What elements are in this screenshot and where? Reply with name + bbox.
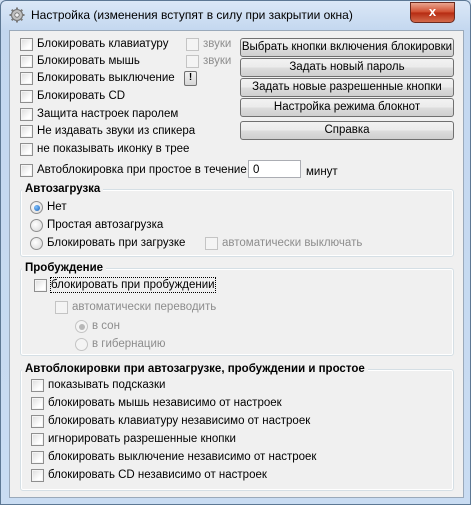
new-password-button[interactable]: Задать новый пароль — [240, 58, 454, 77]
title-bar[interactable]: Настройка (изменения вступят в силу при … — [1, 1, 470, 29]
idle-autoblock-checkbox[interactable] — [20, 164, 33, 177]
allowed-keys-button[interactable]: Задать новые разрешенные кнопки — [240, 78, 454, 97]
mouse-sounds-checkbox[interactable] — [186, 55, 199, 68]
autoload-title: Автозагрузка — [22, 182, 104, 196]
mute-speaker-checkbox[interactable] — [20, 125, 33, 138]
close-button[interactable]: x — [410, 2, 455, 23]
settings-window: Настройка (изменения вступят в силу при … — [0, 0, 471, 505]
autoblock-title: Автоблокировки при автозагрузке, пробужд… — [22, 362, 368, 376]
keyboard-sounds-label: звуки — [203, 38, 232, 50]
hide-tray-icon-label: не показывать иконку в трее — [37, 143, 190, 155]
block-shutdown-checkbox[interactable] — [20, 72, 33, 85]
password-protect-checkbox[interactable] — [20, 108, 33, 121]
block-shutdown-label: Блокировать выключение — [37, 72, 175, 84]
force-block-mouse-label: блокировать мышь независимо от настроек — [48, 397, 282, 409]
exclamation-icon: ! — [188, 72, 193, 83]
window-title: Настройка (изменения вступят в силу при … — [31, 8, 353, 22]
autoload-block-label: Блокировать при загрузке — [47, 237, 186, 249]
mute-speaker-label: Не издавать звуки из спикера — [37, 125, 196, 137]
force-block-cd-label: блокировать CD независимо от настроек — [48, 469, 267, 481]
auto-switch-label: автоматически переводить — [72, 301, 217, 313]
force-block-shutdown-label: блокировать выключение независимо от нас… — [48, 451, 317, 463]
block-mouse-checkbox[interactable] — [20, 55, 33, 68]
hibernate-radio[interactable] — [75, 338, 88, 351]
ignore-allowed-keys-label: игнорировать разрешенные кнопки — [48, 433, 236, 445]
help-button[interactable]: Справка — [240, 121, 454, 140]
block-keyboard-label: Блокировать клавиатуру — [37, 38, 169, 50]
auto-off-checkbox[interactable] — [205, 237, 218, 250]
shutdown-info-button[interactable]: ! — [184, 71, 197, 86]
show-hints-checkbox[interactable] — [31, 379, 44, 392]
force-block-mouse-checkbox[interactable] — [31, 397, 44, 410]
idle-autoblock-label: Автоблокировка при простое в течение — [37, 164, 247, 176]
sleep-radio[interactable] — [75, 320, 88, 333]
show-hints-label: показывать подсказки — [48, 379, 166, 391]
block-mouse-label: Блокировать мышь — [37, 55, 140, 67]
hide-tray-icon-checkbox[interactable] — [20, 143, 33, 156]
notebook-mode-button[interactable]: Настройка режима блокнот — [240, 98, 454, 117]
force-block-keyboard-label: блокировать клавиатуру независимо от нас… — [48, 415, 311, 427]
block-cd-label: Блокировать CD — [37, 90, 126, 102]
choose-keys-button[interactable]: Выбрать кнопки включения блокировки — [240, 38, 454, 57]
force-block-cd-checkbox[interactable] — [31, 469, 44, 482]
idle-minutes-input[interactable]: 0 — [248, 160, 301, 178]
auto-off-label: автоматически выключать — [222, 237, 363, 249]
force-block-keyboard-checkbox[interactable] — [31, 415, 44, 428]
sleep-label: в сон — [92, 320, 120, 332]
block-on-wake-checkbox[interactable] — [34, 279, 47, 292]
autoload-none-label: Нет — [47, 201, 67, 213]
autoload-block-radio[interactable] — [30, 237, 43, 250]
mouse-sounds-label: звуки — [203, 55, 232, 67]
block-on-wake-label: блокировать при пробуждении — [50, 277, 216, 293]
block-cd-checkbox[interactable] — [20, 90, 33, 103]
hibernate-label: в гибернацию — [92, 338, 166, 350]
settings-panel: Блокировать клавиатуру Блокировать мышь … — [9, 30, 464, 498]
block-keyboard-checkbox[interactable] — [20, 38, 33, 51]
keyboard-sounds-checkbox[interactable] — [186, 38, 199, 51]
autoload-simple-label: Простая автозагрузка — [47, 219, 164, 231]
auto-switch-checkbox[interactable] — [55, 301, 68, 314]
password-protect-label: Защита настроек паролем — [37, 108, 179, 120]
gear-icon — [9, 7, 25, 23]
idle-minutes-unit: минут — [306, 166, 338, 178]
close-icon: x — [428, 4, 437, 19]
wakeup-title: Пробуждение — [22, 261, 107, 275]
autoload-simple-radio[interactable] — [30, 219, 43, 232]
autoload-none-radio[interactable] — [30, 201, 43, 214]
ignore-allowed-keys-checkbox[interactable] — [31, 433, 44, 446]
force-block-shutdown-checkbox[interactable] — [31, 451, 44, 464]
